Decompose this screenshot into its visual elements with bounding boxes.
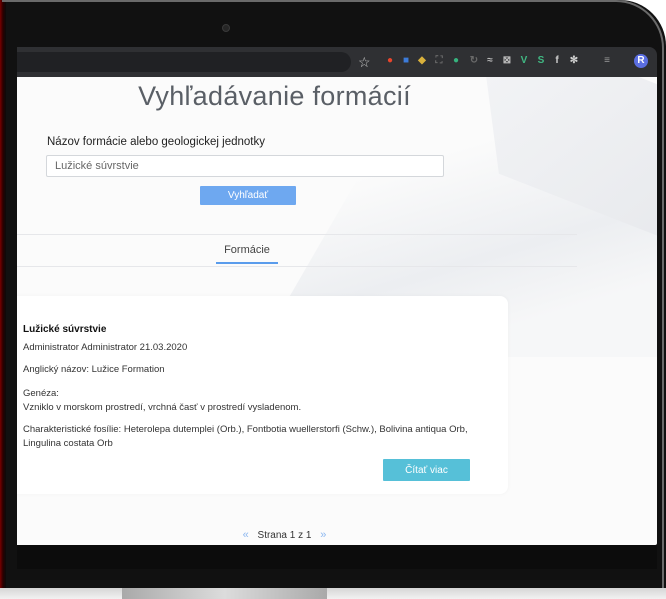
- vue-icon[interactable]: V: [517, 54, 531, 68]
- screenshot-icon[interactable]: ⛶: [432, 54, 446, 68]
- camera-icon: [222, 24, 230, 32]
- result-genesis-label: Genéza:: [23, 388, 59, 399]
- pagination: « Strana 1 z 1 »: [17, 529, 552, 541]
- result-english-name: Anglický názov: Lužice Formation: [23, 364, 165, 375]
- result-genesis-text: Vzniklo v morskom prostredí, vrchná časť…: [23, 402, 302, 413]
- read-more-button[interactable]: Čítať viac: [383, 459, 470, 481]
- box-icon[interactable]: ⊠: [500, 54, 514, 68]
- color-picker-icon[interactable]: ◆: [415, 54, 429, 68]
- search-button[interactable]: Vyhľadať: [200, 186, 296, 205]
- tab-divider: [17, 234, 577, 235]
- refresh-icon[interactable]: ↻: [467, 54, 481, 68]
- result-title[interactable]: Lužické súvrstvie: [23, 324, 106, 335]
- profile-avatar-icon[interactable]: R: [634, 54, 648, 68]
- tab-formacie[interactable]: Formácie: [216, 240, 278, 264]
- bezel-bottom: [17, 545, 657, 569]
- prev-page-link[interactable]: «: [243, 529, 249, 541]
- result-fossils-line: Lingulina costata Orb: [23, 438, 113, 449]
- next-page-link[interactable]: »: [320, 529, 326, 541]
- page-indicator: Strana 1 z 1: [257, 530, 312, 541]
- laptop-stand: [122, 588, 327, 599]
- translate-icon[interactable]: ■: [399, 54, 413, 68]
- result-author-date: Administrator Administrator 21.03.2020: [23, 342, 188, 353]
- page-title: Vyhľadávanie formácií: [138, 81, 411, 111]
- facebook-icon[interactable]: f: [550, 54, 564, 68]
- opera-icon[interactable]: ●: [383, 54, 397, 68]
- search-field-label: Názov formácie alebo geologickej jednotk…: [47, 136, 265, 148]
- queue-icon[interactable]: ≡: [600, 54, 614, 68]
- page-viewport: Vyhľadávanie formácií Názov formácie ale…: [17, 77, 657, 545]
- tab-divider: [17, 266, 577, 267]
- browser-toolbar: ☆ ● ■ ◆ ⛶ ● ↻ ≈ ⊠ V Sf ✻ ≡ R: [17, 47, 657, 77]
- react-icon[interactable]: ✻: [567, 54, 581, 68]
- result-fossils-line: Charakteristické fosílie: Heterolepa dut…: [23, 424, 468, 435]
- php-icon[interactable]: ≈: [483, 54, 497, 68]
- address-bar[interactable]: [17, 52, 351, 72]
- s-icon[interactable]: S: [534, 54, 548, 68]
- search-input[interactable]: [46, 155, 444, 177]
- result-card: Lužické súvrstvie Administrator Administ…: [17, 296, 508, 494]
- bookmark-star-icon[interactable]: ☆: [358, 52, 371, 72]
- green-dot-icon[interactable]: ●: [449, 54, 463, 68]
- laptop-base: [0, 588, 666, 599]
